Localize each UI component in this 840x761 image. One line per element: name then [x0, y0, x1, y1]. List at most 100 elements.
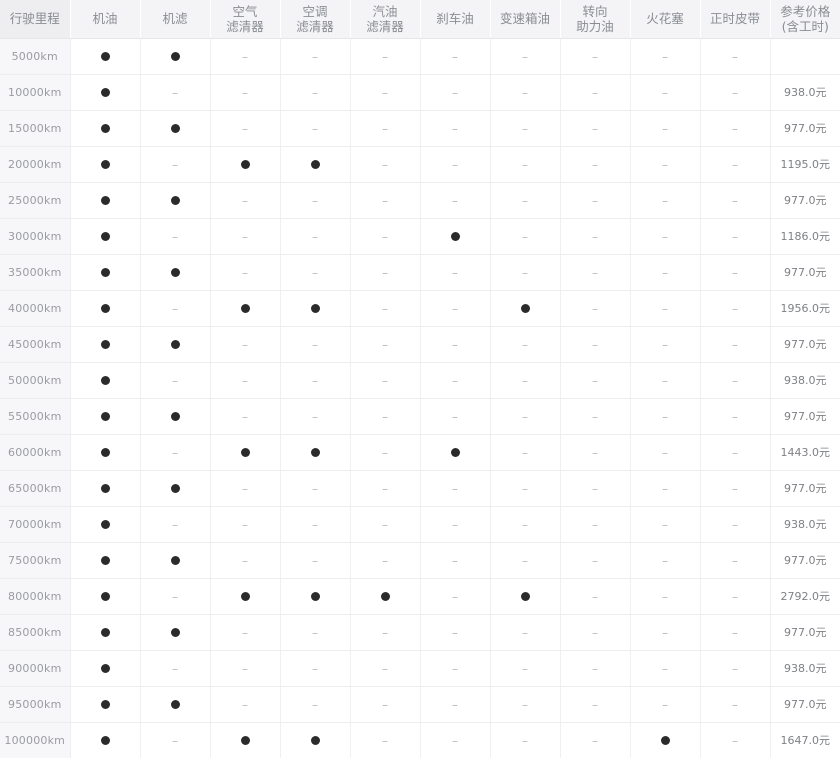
no-service-dash-icon: –	[242, 481, 248, 496]
no-service-dash-icon: –	[382, 229, 388, 244]
service-cell-air_filter	[210, 290, 281, 327]
service-cell-brake_fluid: –	[420, 290, 491, 327]
no-service-dash-icon: –	[242, 409, 248, 424]
service-cell-engine_oil	[70, 74, 141, 111]
service-dot-icon	[660, 736, 670, 746]
no-service-dash-icon: –	[452, 517, 458, 532]
service-cell-oil_filter	[140, 686, 211, 723]
price-cell: 1195.0元	[770, 146, 840, 183]
service-cell-ac_filter: –	[280, 74, 351, 111]
table-row: 95000km – – – – – – – – 977.0元	[0, 686, 840, 723]
no-service-dash-icon: –	[312, 229, 318, 244]
no-service-dash-icon: –	[382, 157, 388, 172]
no-service-dash-icon: –	[522, 409, 528, 424]
price-cell: 977.0元	[770, 542, 840, 579]
service-cell-oil_filter: –	[140, 218, 211, 255]
service-cell-timing_belt: –	[700, 218, 771, 255]
no-service-dash-icon: –	[382, 697, 388, 712]
service-cell-timing_belt: –	[700, 506, 771, 543]
service-cell-ac_filter: –	[280, 326, 351, 363]
no-service-dash-icon: –	[452, 265, 458, 280]
no-service-dash-icon: –	[592, 49, 598, 64]
service-cell-spark_plug: –	[630, 182, 701, 219]
service-cell-ac_filter: –	[280, 362, 351, 399]
service-cell-spark_plug: –	[630, 398, 701, 435]
service-cell-engine_oil	[70, 254, 141, 291]
service-cell-gearbox_oil: –	[490, 506, 561, 543]
service-dot-icon	[100, 268, 110, 277]
column-header-label: 滤清器	[296, 18, 334, 34]
mileage-cell: 85000km	[0, 614, 71, 651]
table-row: 85000km – – – – – – – – 977.0元	[0, 614, 840, 651]
service-dot-icon	[100, 592, 110, 601]
no-service-dash-icon: –	[312, 265, 318, 280]
service-cell-engine_oil	[70, 290, 141, 327]
service-cell-brake_fluid: –	[420, 254, 491, 291]
service-dot-icon	[100, 52, 110, 61]
service-dot-icon	[100, 736, 110, 746]
service-cell-timing_belt: –	[700, 398, 771, 435]
service-dot-icon	[100, 340, 110, 349]
service-cell-oil_filter: –	[140, 578, 211, 615]
service-dot-icon	[450, 448, 460, 457]
column-header-label: 转向	[582, 3, 608, 19]
no-service-dash-icon: –	[662, 193, 668, 208]
mileage-cell: 5000km	[0, 38, 71, 75]
service-dot-icon	[520, 592, 530, 601]
no-service-dash-icon: –	[662, 301, 668, 316]
service-cell-engine_oil	[70, 362, 141, 399]
service-cell-ac_filter	[280, 434, 351, 471]
no-service-dash-icon: –	[172, 661, 178, 676]
no-service-dash-icon: –	[592, 409, 598, 424]
no-service-dash-icon: –	[662, 661, 668, 676]
service-cell-ac_filter: –	[280, 686, 351, 723]
service-cell-timing_belt: –	[700, 38, 771, 75]
service-cell-fuel_filter: –	[350, 74, 421, 111]
no-service-dash-icon: –	[172, 85, 178, 100]
service-cell-engine_oil	[70, 38, 141, 75]
no-service-dash-icon: –	[732, 85, 738, 100]
service-cell-power_steering_oil: –	[560, 434, 631, 471]
price-cell: 938.0元	[770, 506, 840, 543]
service-cell-timing_belt: –	[700, 182, 771, 219]
no-service-dash-icon: –	[452, 121, 458, 136]
service-dot-icon	[100, 700, 110, 709]
column-header-mileage: 行驶里程	[0, 0, 71, 39]
no-service-dash-icon: –	[172, 301, 178, 316]
service-cell-brake_fluid: –	[420, 506, 491, 543]
service-cell-power_steering_oil: –	[560, 470, 631, 507]
service-cell-air_filter: –	[210, 326, 281, 363]
no-service-dash-icon: –	[522, 625, 528, 640]
no-service-dash-icon: –	[242, 193, 248, 208]
maintenance-schedule-table: 行驶里程 机油 机滤 空气 滤清器 空调 滤清器 汽油 滤清器 刹车油 变速箱油 转向 助力油 火花塞 正时…	[0, 0, 840, 758]
table-row: 60000km – – – – – – 1443.0元	[0, 434, 840, 471]
no-service-dash-icon: –	[172, 229, 178, 244]
no-service-dash-icon: –	[522, 445, 528, 460]
service-cell-air_filter: –	[210, 182, 281, 219]
service-cell-spark_plug: –	[630, 470, 701, 507]
service-cell-gearbox_oil: –	[490, 146, 561, 183]
service-cell-spark_plug: –	[630, 434, 701, 471]
no-service-dash-icon: –	[732, 229, 738, 244]
service-cell-fuel_filter: –	[350, 38, 421, 75]
service-cell-ac_filter: –	[280, 542, 351, 579]
no-service-dash-icon: –	[312, 373, 318, 388]
no-service-dash-icon: –	[382, 121, 388, 136]
service-cell-timing_belt: –	[700, 362, 771, 399]
service-cell-oil_filter	[140, 110, 211, 147]
table-body: 5000km – – – – – – – –10000km – – – – – – – – –938.0元 1500…	[0, 38, 840, 758]
no-service-dash-icon: –	[522, 193, 528, 208]
no-service-dash-icon: –	[312, 85, 318, 100]
service-cell-timing_belt: –	[700, 290, 771, 327]
no-service-dash-icon: –	[662, 409, 668, 424]
service-cell-gearbox_oil: –	[490, 362, 561, 399]
table-row: 90000km – – – – – – – – – 938.0元	[0, 650, 840, 687]
no-service-dash-icon: –	[592, 301, 598, 316]
no-service-dash-icon: –	[662, 553, 668, 568]
no-service-dash-icon: –	[522, 337, 528, 352]
service-cell-gearbox_oil: –	[490, 218, 561, 255]
service-cell-fuel_filter: –	[350, 398, 421, 435]
column-header-label: 机油	[92, 11, 118, 27]
service-dot-icon	[310, 736, 320, 746]
no-service-dash-icon: –	[242, 49, 248, 64]
